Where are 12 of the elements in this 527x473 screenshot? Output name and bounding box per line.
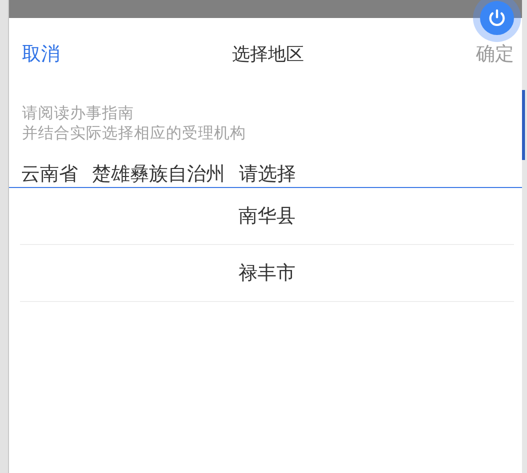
power-button[interactable] bbox=[473, 0, 521, 42]
region-tab[interactable]: 请选择 bbox=[239, 161, 296, 187]
scrollbar-thumb[interactable] bbox=[522, 90, 525, 160]
region-tab[interactable]: 云南省 bbox=[21, 161, 78, 187]
dialog-title: 选择地区 bbox=[232, 43, 304, 66]
notice-text: 并结合实际选择相应的受理机构 bbox=[22, 123, 247, 143]
region-option[interactable]: 禄丰市 bbox=[20, 245, 514, 302]
cancel-button[interactable]: 取消 bbox=[22, 41, 60, 67]
region-tab[interactable]: 楚雄彝族自治州 bbox=[92, 161, 225, 187]
notice-text: 请阅读办事指南 bbox=[22, 103, 135, 123]
region-option[interactable]: 南华县 bbox=[20, 188, 514, 245]
power-icon bbox=[487, 8, 507, 28]
